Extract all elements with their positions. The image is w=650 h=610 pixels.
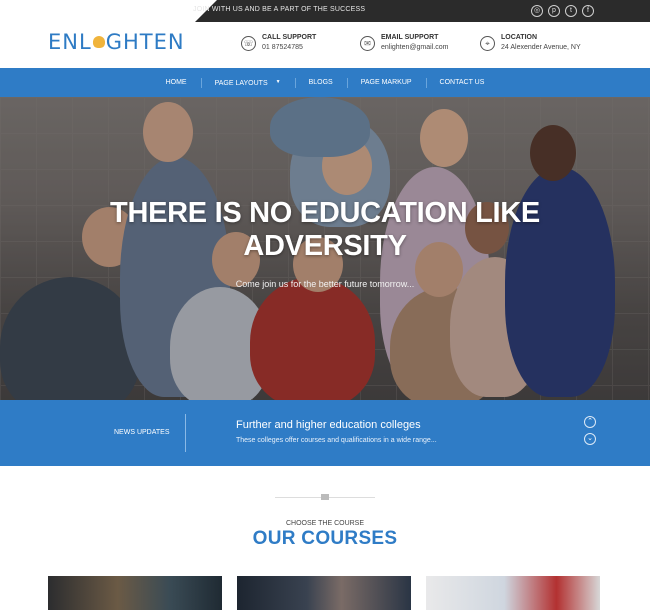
site-logo[interactable]: ENL GHTEN [48, 30, 185, 54]
location-info: ⌖ LOCATION 24 Alexender Avenue, NY [480, 33, 581, 53]
social-links: ◎ p t f [531, 5, 594, 17]
pinterest-icon[interactable]: p [548, 5, 560, 17]
nav-home[interactable]: HOME [152, 68, 201, 97]
hero-title-line2: ADVERSITY [243, 230, 407, 262]
lightbulb-icon [92, 36, 105, 48]
top-bar-white-strip [0, 0, 217, 22]
divider-book-icon [321, 494, 329, 500]
hero-title-line1: THERE IS NO EDUCATION LIKE [110, 197, 540, 229]
courses-title: OUR COURSES [252, 528, 398, 549]
news-headline[interactable]: Further and higher education colleges [236, 419, 421, 431]
location-address: 24 Alexender Avenue, NY [501, 44, 581, 51]
course-card-2-image[interactable] [237, 576, 411, 610]
news-separator [185, 414, 186, 452]
mail-icon: ✉ [360, 36, 375, 51]
top-bar-tagline: JOIN WITH US AND BE A PART OF THE SUCCES… [193, 6, 366, 13]
nav-page-layouts[interactable]: PAGE LAYOUTS ▼ [200, 68, 295, 97]
phone-icon: ☏ [241, 36, 256, 51]
hero-title: THERE IS NO EDUCATION LIKE ADVERSITY [0, 197, 650, 263]
caret-down-icon: ▼ [275, 79, 281, 85]
course-card-1-image[interactable] [48, 576, 222, 610]
email-support-address[interactable]: enlighten@gmail.com [381, 43, 448, 53]
nav-blogs[interactable]: BLOGS [294, 68, 347, 97]
top-bar: JOIN WITH US AND BE A PART OF THE SUCCES… [0, 0, 650, 22]
courses-kicker: CHOOSE THE COURSE [285, 520, 365, 527]
location-title: LOCATION [501, 34, 538, 41]
twitter-icon[interactable]: t [565, 5, 577, 17]
news-updates-label: NEWS UPDATES [114, 429, 170, 436]
nav-page-layouts-label: PAGE LAYOUTS [214, 80, 268, 87]
call-support-title: CALL SUPPORT [262, 34, 317, 41]
hero-banner: THERE IS NO EDUCATION LIKE ADVERSITY Com… [0, 97, 650, 400]
news-excerpt: These colleges offer courses and qualifi… [236, 437, 437, 444]
hero-subtitle: Come join us for the better future tomor… [235, 279, 415, 289]
email-support: ✉ EMAIL SUPPORT enlighten@gmail.com [360, 33, 448, 53]
news-next-button[interactable]: ⌄ [584, 433, 596, 445]
email-support-title: EMAIL SUPPORT [381, 34, 439, 41]
site-header: ENL GHTEN ☏ CALL SUPPORT 01 87524785 ✉ EM… [0, 22, 650, 68]
nav-contact-us[interactable]: CONTACT US [425, 68, 499, 97]
main-nav: HOME PAGE LAYOUTS ▼ BLOGS PAGE MARKUP CON… [0, 68, 650, 97]
news-updates-band: NEWS UPDATES Further and higher educatio… [0, 400, 650, 466]
course-card-3-image[interactable] [426, 576, 600, 610]
logo-text-right: GHTEN [105, 30, 185, 54]
location-pin-icon: ⌖ [480, 36, 495, 51]
call-support: ☏ CALL SUPPORT 01 87524785 [241, 33, 316, 53]
news-prev-button[interactable]: ⌃ [584, 416, 596, 428]
nav-page-markup[interactable]: PAGE MARKUP [346, 68, 426, 97]
section-divider [275, 494, 375, 500]
logo-text-left: ENL [48, 30, 92, 54]
instagram-icon[interactable]: ◎ [531, 5, 543, 17]
call-support-number[interactable]: 01 87524785 [262, 43, 316, 53]
facebook-icon[interactable]: f [582, 5, 594, 17]
